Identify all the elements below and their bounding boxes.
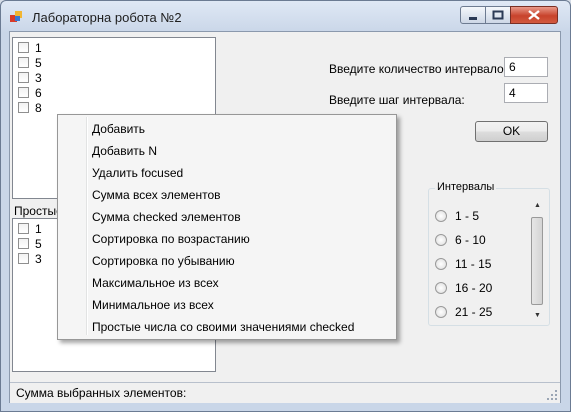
checkbox[interactable]: [18, 238, 29, 249]
radio-button[interactable]: [435, 210, 447, 222]
radio-interval-1[interactable]: 1 - 5: [435, 208, 479, 224]
scroll-up-arrow-icon[interactable]: ▲: [530, 199, 545, 213]
menu-item-primes-checked[interactable]: Простые числа со своими значениями check…: [92, 316, 354, 338]
checkbox[interactable]: [18, 253, 29, 264]
radio-interval-3[interactable]: 11 - 15: [435, 256, 491, 272]
intervals-count-label: Введите количество интервалов:: [329, 62, 514, 76]
menu-item-sum-all[interactable]: Сумма всех элементов: [92, 184, 221, 206]
maximize-icon: [492, 10, 504, 20]
intervals-groupbox: Интервалы 1 - 5 6 - 10 11 - 15 16 - 20 2…: [428, 181, 550, 326]
radio-interval-5[interactable]: 21 - 25: [435, 304, 492, 320]
ok-button[interactable]: OK: [475, 121, 548, 142]
radio-button[interactable]: [435, 234, 447, 246]
minimize-button[interactable]: [460, 6, 486, 24]
checkbox[interactable]: [18, 102, 29, 113]
menu-item-add[interactable]: Добавить: [92, 118, 145, 140]
list-item[interactable]: 8: [18, 100, 42, 115]
checkbox[interactable]: [18, 42, 29, 53]
scroll-down-arrow-icon[interactable]: ▼: [530, 309, 545, 323]
menu-item-sum-checked[interactable]: Сумма checked элементов: [92, 206, 241, 228]
resize-grip-icon[interactable]: [546, 389, 558, 401]
intervals-group-title: Интервалы: [435, 181, 497, 193]
list-item[interactable]: 1: [18, 221, 42, 236]
radio-button[interactable]: [435, 282, 447, 294]
context-menu: Добавить Добавить N Удалить focused Сумм…: [57, 114, 397, 340]
menu-gutter: [86, 117, 88, 335]
list-item[interactable]: 3: [18, 70, 42, 85]
menu-item-add-n[interactable]: Добавить N: [92, 140, 157, 162]
checkbox[interactable]: [18, 72, 29, 83]
title-bar[interactable]: Лабораторна робота №2: [1, 1, 570, 31]
minimize-icon: [469, 17, 477, 20]
checkbox[interactable]: [18, 57, 29, 68]
checkbox[interactable]: [18, 223, 29, 234]
checkbox[interactable]: [18, 87, 29, 98]
window-title: Лабораторна робота №2: [32, 10, 182, 25]
menu-item-sort-desc[interactable]: Сортировка по убыванию: [92, 250, 235, 272]
primes-label: Простые: [14, 204, 63, 218]
list-item[interactable]: 1: [18, 40, 42, 55]
close-icon: [528, 10, 540, 20]
close-button[interactable]: [510, 6, 558, 24]
app-icon: [10, 11, 22, 22]
radio-interval-2[interactable]: 6 - 10: [435, 232, 486, 248]
list-item[interactable]: 6: [18, 85, 42, 100]
list-item[interactable]: 5: [18, 236, 42, 251]
radio-button[interactable]: [435, 306, 447, 318]
interval-step-input[interactable]: 4: [504, 83, 548, 103]
menu-item-min[interactable]: Минимальное из всех: [92, 294, 214, 316]
status-text: Сумма выбранных элементов:: [16, 386, 187, 400]
maximize-button[interactable]: [485, 6, 511, 24]
list-item[interactable]: 5: [18, 55, 42, 70]
intervals-scrollbar[interactable]: ▲ ▼: [530, 199, 545, 323]
menu-item-delete-focused[interactable]: Удалить focused: [92, 162, 183, 184]
intervals-count-input[interactable]: 6: [504, 57, 548, 77]
menu-item-max[interactable]: Максимальное из всех: [92, 272, 219, 294]
radio-button[interactable]: [435, 258, 447, 270]
menu-item-sort-asc[interactable]: Сортировка по возрастанию: [92, 228, 250, 250]
radio-interval-4[interactable]: 16 - 20: [435, 280, 492, 296]
list-item[interactable]: 3: [18, 251, 42, 266]
scroll-thumb[interactable]: [531, 217, 543, 305]
interval-step-label: Введите шаг интервала:: [329, 93, 465, 107]
status-bar: Сумма выбранных элементов:: [10, 382, 560, 403]
